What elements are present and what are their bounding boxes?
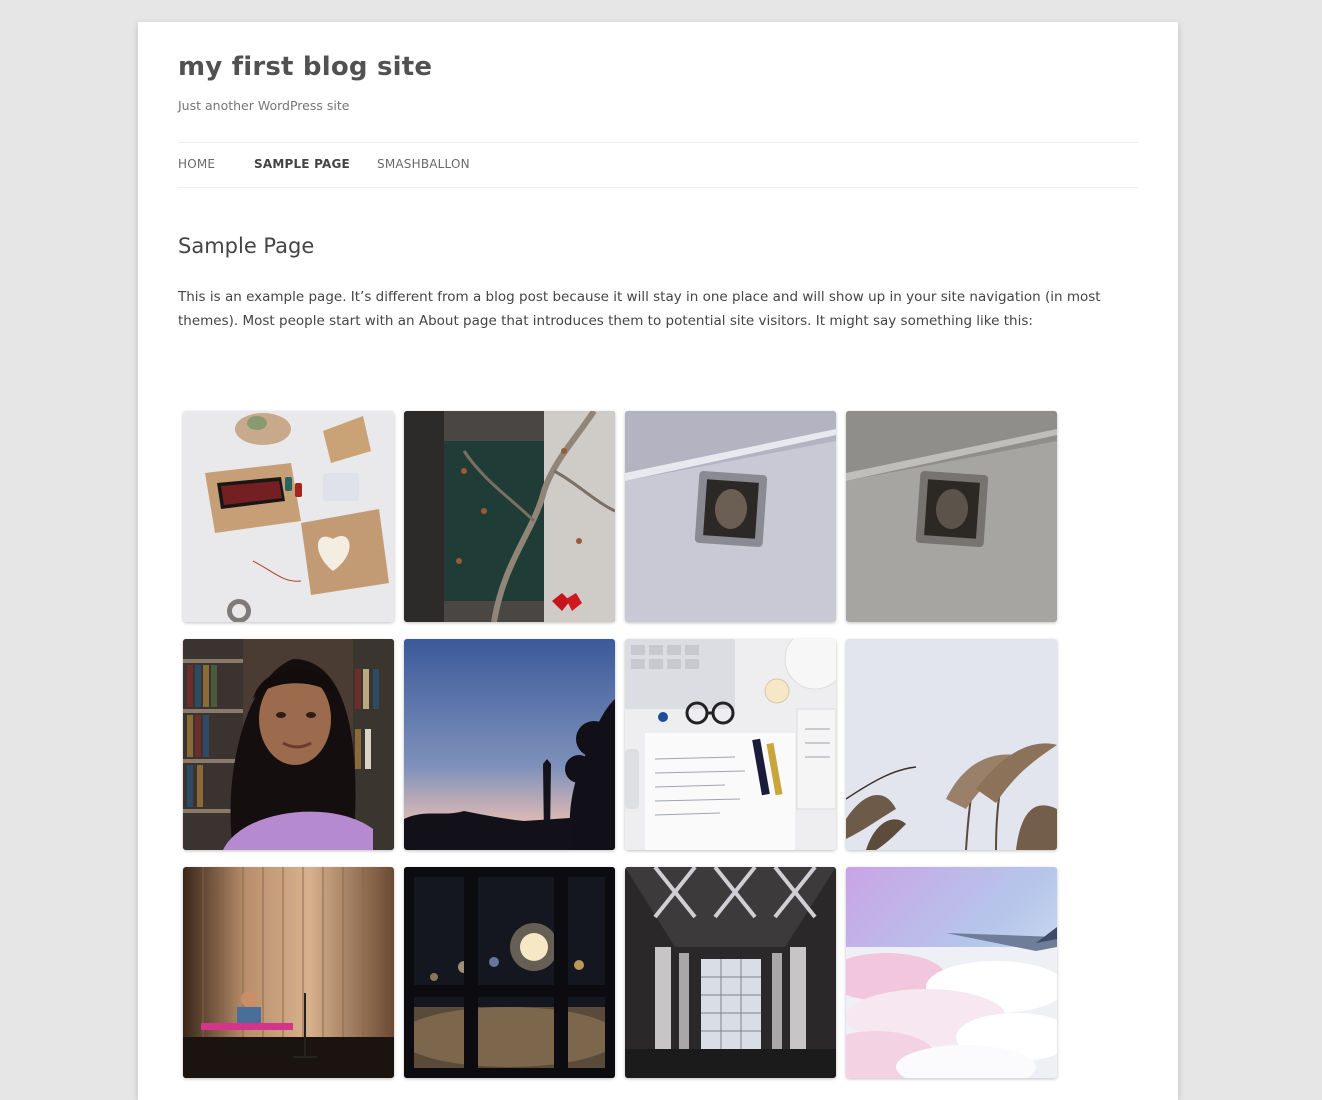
feed-photo-library-selfie[interactable] [183,639,394,850]
ivy-window-image [404,411,615,622]
framed-picture-dim-image [846,411,1057,622]
nav-item-smashballon[interactable]: Smashballon [377,157,470,171]
site-title[interactable]: my first blog site [178,52,432,82]
desk-notes-image [625,639,836,850]
page-body-text: This is an example page. It’s different … [178,289,1101,329]
monument-dusk-image [404,639,615,850]
feed-photo-framed-picture[interactable] [625,411,836,622]
clouds-image [846,867,1057,1078]
musician-stage-image [183,867,394,1078]
atrium-image [625,867,836,1078]
nav-item-sample-page[interactable]: Sample Page [254,157,350,171]
feed-photo-atrium[interactable] [625,867,836,1078]
feed-photo-ivy-window[interactable] [404,411,615,622]
pampas-grass-image [846,639,1057,850]
site-container: my first blog site Just another WordPres… [138,22,1178,1100]
page-title: Sample Page [178,234,315,258]
framed-picture-image [625,411,836,622]
main-navigation: Home Sample Page Smashballon [178,142,1138,188]
feed-photo-musician-stage[interactable] [183,867,394,1078]
feed-photo-desk-notes[interactable] [625,639,836,850]
nav-item-home[interactable]: Home [178,157,215,171]
craft-cards-image [183,411,394,622]
library-selfie-image [183,639,394,850]
feed-photo-pampas-grass[interactable] [846,639,1057,850]
feed-photo-monument-dusk[interactable] [404,639,615,850]
feed-photo-night-window[interactable] [404,867,615,1078]
feed-photo-framed-picture-dim[interactable] [846,411,1057,622]
site-description: Just another WordPress site [178,98,350,113]
night-window-image [404,867,615,1078]
feed-photo-craft-cards[interactable] [183,411,394,622]
feed-photo-clouds[interactable] [846,867,1057,1078]
